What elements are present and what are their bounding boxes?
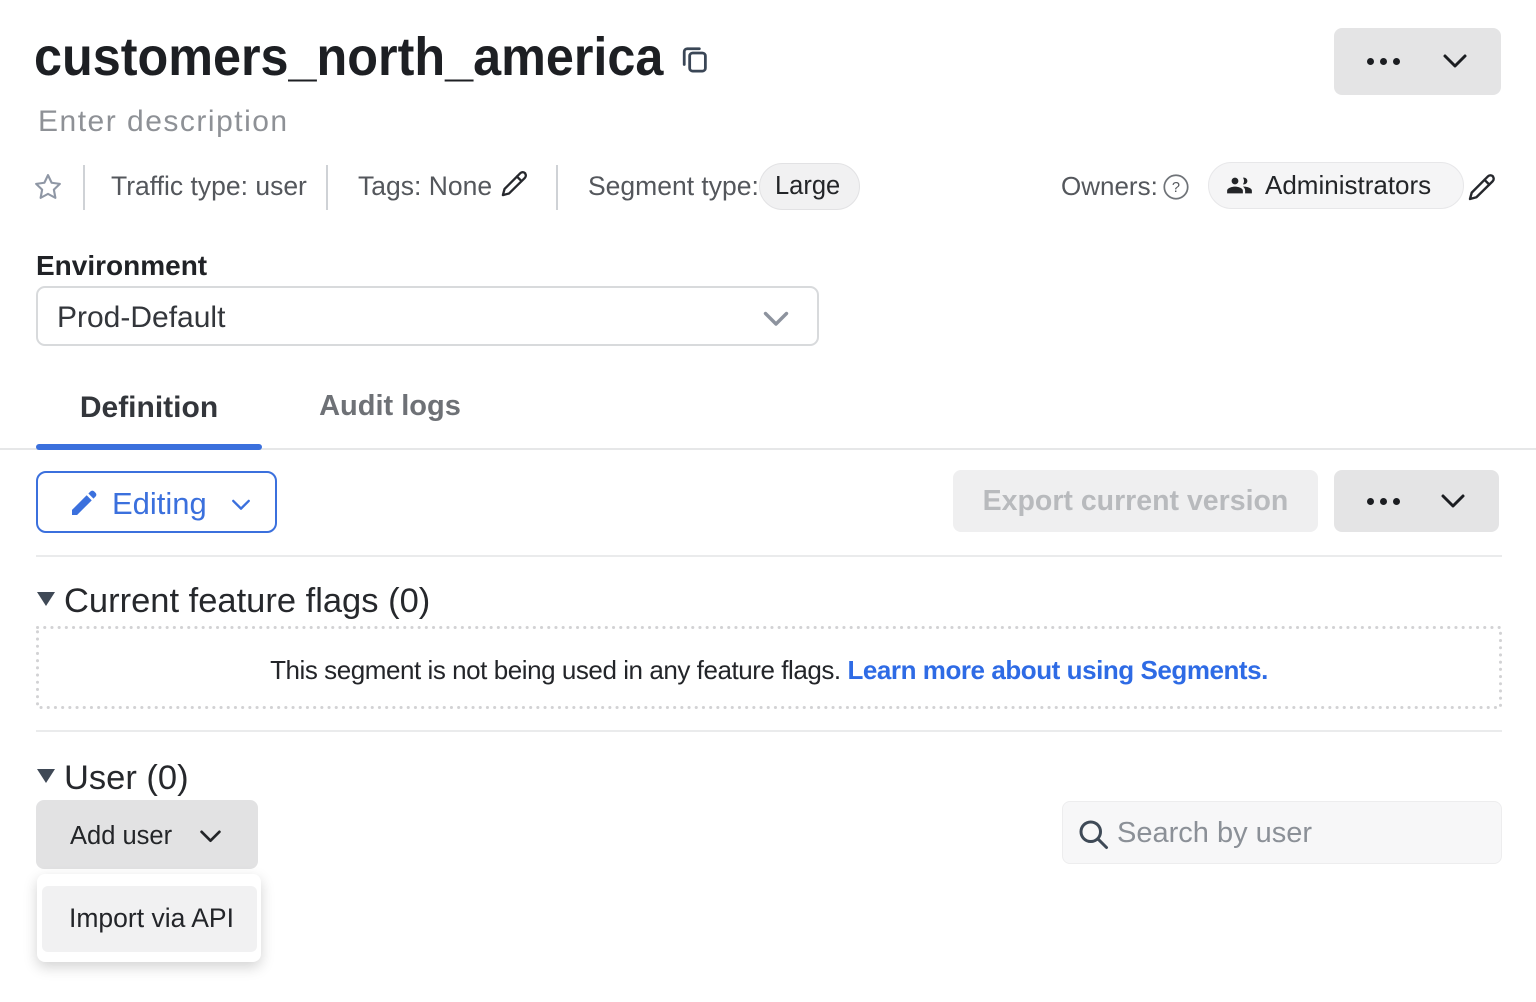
svg-text:?: ? [1172,180,1180,196]
